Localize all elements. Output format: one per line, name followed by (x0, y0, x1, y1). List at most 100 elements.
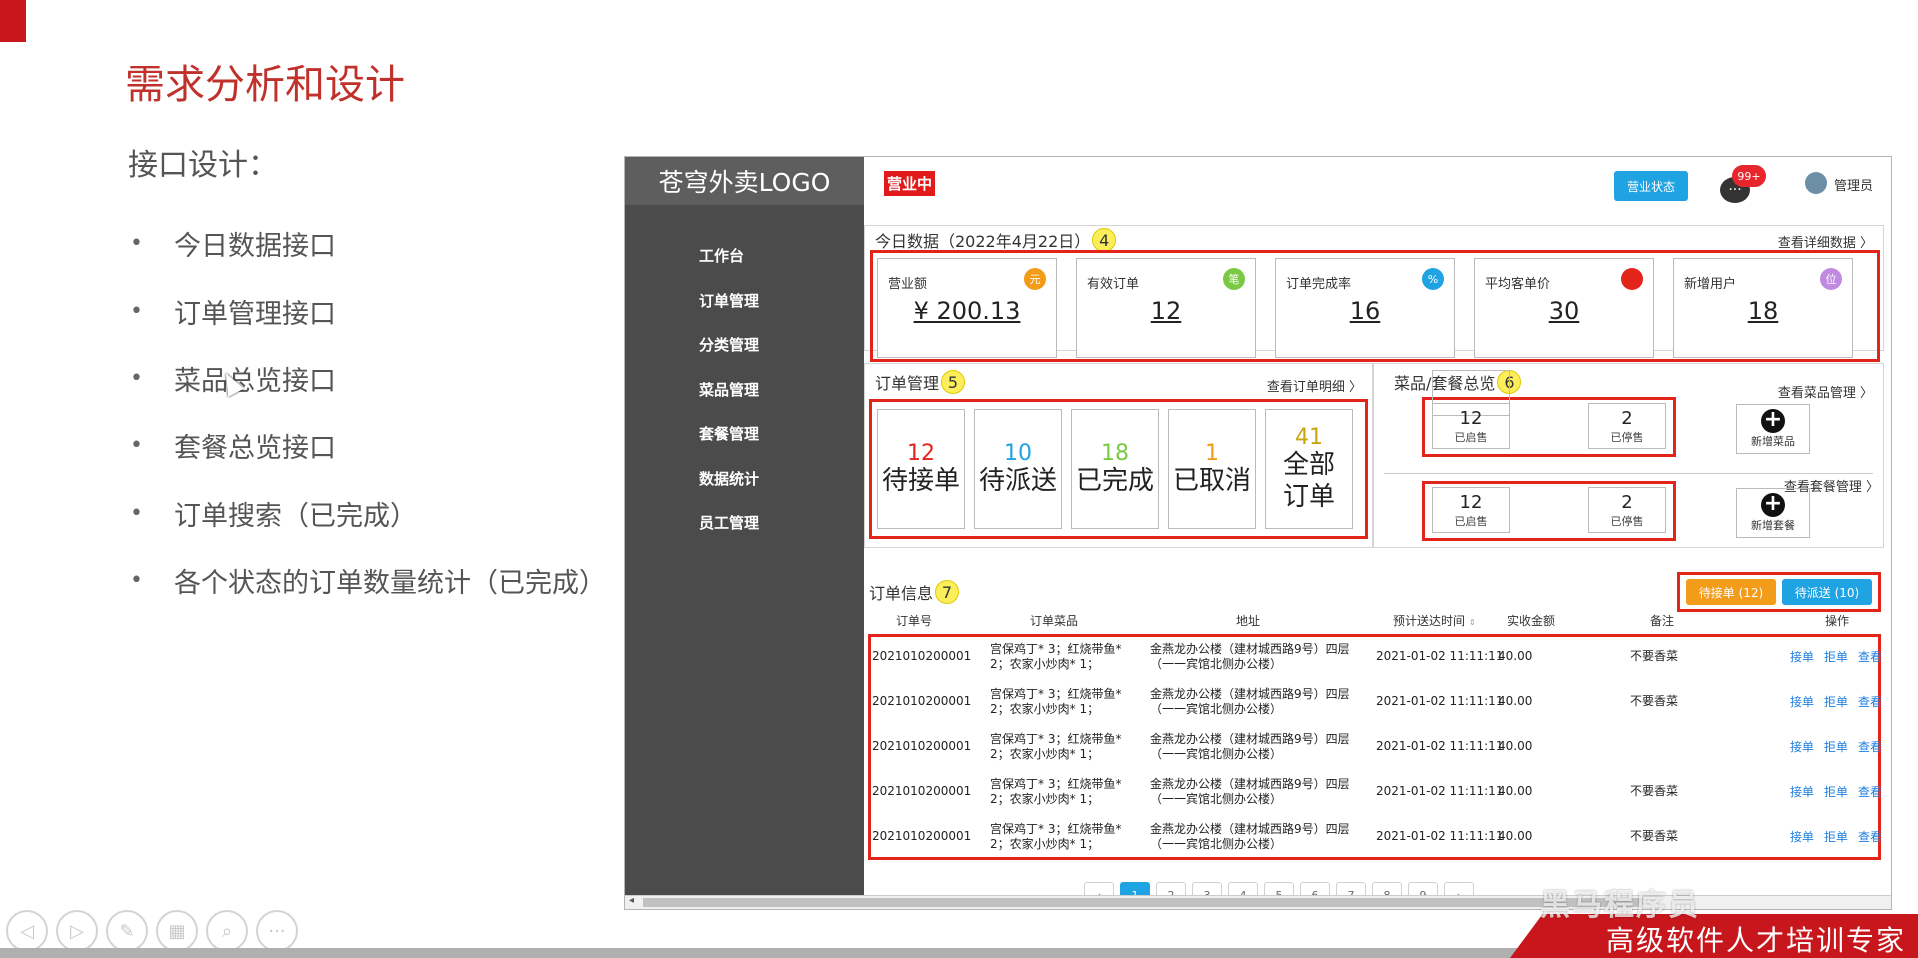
order-status-card[interactable]: 10 待派送 (974, 409, 1062, 529)
bullet-dot: • (130, 365, 143, 391)
today-data-panel: 今日数据（2022年4月22日） 4 查看详细数据 〉 营业额元 ¥ 200.13… (864, 225, 1884, 362)
reject-order-link[interactable]: 拒单 (1824, 828, 1848, 845)
order-info-title-text: 订单信息 (869, 584, 934, 603)
view-order-detail-link[interactable]: 查看订单明细 〉 (1267, 376, 1362, 395)
slide-subtitle: 接口设计： (128, 148, 278, 183)
view-order-link[interactable]: 查看 (1858, 783, 1882, 800)
setmeal-on-sale-card[interactable]: 12 已启售 (1432, 487, 1510, 533)
shop-status-button[interactable]: 营业状态 (1614, 171, 1688, 201)
table-row: 2021010200001 宫保鸡丁* 3；红烧带鱼* 2；农家小炒肉* 1； 金燕龙… (872, 814, 1882, 859)
presentation-slide: 需求分析和设计 接口设计： • 今日数据接口 • 订单管理接口 • 菜品总览接口 • 套… (0, 0, 1918, 958)
stat-label: 平均客单价 (1485, 277, 1551, 292)
order-amount: 40.00 (1498, 694, 1533, 708)
watermark-logo: 黑马程序员 (1540, 888, 1700, 923)
stat-card[interactable]: 平均客单价 30 (1474, 258, 1654, 358)
order-status-name: 已完成 (1075, 465, 1154, 496)
view-order-link[interactable]: 查看 (1858, 738, 1882, 755)
next-slide-icon[interactable]: ▷ (56, 910, 98, 952)
to-dispatch-button[interactable]: 待派送 (10) (1782, 579, 1872, 605)
today-cards: 营业额 元 ¥ 200.13 有效订单 笔 12 订单完成率% 16 平均客单价 30 新增用户 位 1… (877, 248, 1871, 358)
stat-value[interactable]: 12 (1077, 297, 1255, 325)
accept-order-link[interactable]: 接单 (1790, 783, 1814, 800)
bullet-text: 菜品总览接口 (174, 365, 336, 397)
order-amount: 40.00 (1498, 739, 1533, 753)
accept-order-link[interactable]: 接单 (1790, 738, 1814, 755)
zoom-icon[interactable]: ⌕ (206, 910, 248, 952)
order-address-line: （一一宾馆北侧办公楼） (1150, 746, 1283, 761)
stat-value[interactable]: 16 (1276, 297, 1454, 325)
scroll-thumb[interactable] (643, 898, 1643, 907)
stat-value[interactable]: 30 (1475, 297, 1653, 325)
setmeal-off-sale-card[interactable]: 2 已停售 (1588, 487, 1666, 533)
order-address-line: （一一宾馆北侧办公楼） (1150, 791, 1283, 806)
order-address-line: 金燕龙办公楼（建材城西路9号）四层 (1150, 641, 1350, 656)
order-status-card[interactable]: 41 全部订单 (1265, 409, 1353, 529)
row-operations: 接单 拒单 查看 (1790, 679, 1882, 724)
dish-on-sale-card[interactable]: 12 已启售 (1432, 403, 1510, 449)
stat-card[interactable]: 有效订单 笔 12 (1076, 258, 1256, 358)
sort-icon: ⇕ (1469, 618, 1476, 627)
stat-value[interactable]: ¥ 200.13 (878, 297, 1056, 325)
horizontal-scrollbar[interactable]: ◂ (625, 895, 1891, 909)
order-status-name: 待派送 (978, 465, 1057, 496)
row-operations: 接单 拒单 查看 (1790, 769, 1882, 814)
accept-order-link[interactable]: 接单 (1790, 693, 1814, 710)
sidebar-item-orders[interactable]: 订单管理 (699, 290, 864, 335)
slideshow-toolbar: ◁ ▷ ✎ ▦ ⌕ ··· (6, 910, 298, 952)
stat-card[interactable]: 新增用户 位 18 (1673, 258, 1853, 358)
order-status-count: 10 (1004, 440, 1032, 466)
admin-label[interactable]: 管理员 (1834, 175, 1873, 194)
view-order-link[interactable]: 查看 (1858, 693, 1882, 710)
sidebar-item-workbench[interactable]: 工作台 (699, 245, 864, 290)
accept-order-link[interactable]: 接单 (1790, 828, 1814, 845)
add-dish-button[interactable]: + 新增菜品 (1736, 404, 1810, 454)
avatar[interactable] (1805, 172, 1827, 194)
sidebar-item-setmeals[interactable]: 套餐管理 (699, 423, 864, 468)
sidebar-item-employees[interactable]: 员工管理 (699, 512, 864, 557)
sidebar-item-dishes[interactable]: 菜品管理 (699, 379, 864, 424)
more-options-icon[interactable]: ··· (256, 910, 298, 952)
add-setmeal-button[interactable]: + 新增套餐 (1736, 488, 1810, 538)
scroll-left-icon[interactable]: ◂ (629, 895, 634, 906)
view-dish-management-link[interactable]: 查看菜品管理 〉 (1778, 382, 1873, 401)
reject-order-link[interactable]: 拒单 (1824, 783, 1848, 800)
bullet-item: • 套餐总览接口 (130, 412, 606, 479)
order-amount: 40.00 (1498, 829, 1533, 843)
order-dishes: 宫保鸡丁* 3；红烧带鱼* 2；农家小炒肉* 1； (990, 769, 1121, 814)
view-order-link[interactable]: 查看 (1858, 828, 1882, 845)
bullet-text: 订单管理接口 (174, 298, 336, 330)
previous-slide-icon[interactable]: ◁ (6, 910, 48, 952)
order-dishes-line: 2；农家小炒肉* 1； (990, 836, 1100, 851)
order-status-card[interactable]: 1 已取消 (1168, 409, 1256, 529)
order-status-card[interactable]: 12 待接单 (877, 409, 965, 529)
stat-card[interactable]: 营业额 元 ¥ 200.13 (877, 258, 1057, 358)
slide-grid-icon[interactable]: ▦ (156, 910, 198, 952)
sidebar-item-statistics[interactable]: 数据统计 (699, 468, 864, 513)
order-number: 2021010200001 (872, 784, 972, 798)
setmeal-on-sale-label: 已启售 (1454, 515, 1488, 528)
header-delivery-time[interactable]: 预计送达时间 ⇕ (1393, 612, 1476, 629)
delivery-time: 2021-01-02 11:11:11 (1376, 694, 1504, 708)
bullet-item: • 今日数据接口 (130, 210, 606, 277)
view-order-link[interactable]: 查看 (1858, 648, 1882, 665)
order-dishes: 宫保鸡丁* 3；红烧带鱼* 2；农家小炒肉* 1； (990, 814, 1121, 859)
dish-off-sale-card[interactable]: 2 已停售 (1588, 403, 1666, 449)
order-dishes-line: 宫保鸡丁* 3；红烧带鱼* (990, 821, 1122, 836)
sidebar-item-categories[interactable]: 分类管理 (699, 334, 864, 379)
order-dishes-line: 2；农家小炒肉* 1； (990, 746, 1100, 761)
accept-order-link[interactable]: 接单 (1790, 648, 1814, 665)
order-status-card[interactable]: 18 已完成 (1071, 409, 1159, 529)
header-delivery-time-label: 预计送达时间 (1393, 614, 1466, 628)
stat-card[interactable]: 订单完成率% 16 (1275, 258, 1455, 358)
reject-order-link[interactable]: 拒单 (1824, 693, 1848, 710)
reject-order-link[interactable]: 拒单 (1824, 648, 1848, 665)
divider (1384, 473, 1873, 474)
pen-icon[interactable]: ✎ (106, 910, 148, 952)
reject-order-link[interactable]: 拒单 (1824, 738, 1848, 755)
table-row: 2021010200001 宫保鸡丁* 3；红烧带鱼* 2；农家小炒肉* 1； 金燕龙… (872, 724, 1882, 769)
order-dishes-line: 宫保鸡丁* 3；红烧带鱼* (990, 731, 1122, 746)
pending-orders-button[interactable]: 待接单 (12) (1686, 579, 1776, 605)
stat-value[interactable]: 18 (1674, 297, 1852, 325)
order-status-name: 全部订单 (1282, 450, 1335, 512)
order-number: 2021010200001 (872, 829, 972, 843)
